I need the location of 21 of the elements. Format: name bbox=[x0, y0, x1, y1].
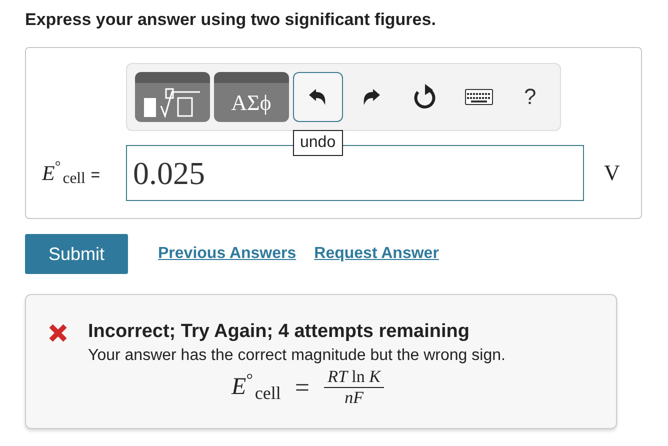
undo-icon bbox=[308, 88, 328, 106]
fraction: RT ln K nF bbox=[324, 367, 384, 408]
feedback-message: Your answer has the correct magnitude but the wrong sign. bbox=[88, 347, 506, 365]
templates-button[interactable] bbox=[135, 72, 210, 122]
help-button[interactable]: ? bbox=[508, 72, 552, 122]
keyboard-icon bbox=[465, 89, 494, 105]
redo-icon bbox=[361, 88, 382, 106]
unit-label: V bbox=[604, 160, 620, 186]
answer-label: E° cell = bbox=[42, 160, 102, 186]
tooltip: undo bbox=[293, 130, 343, 156]
equals-sign: = bbox=[294, 372, 310, 402]
feedback-title: Incorrect; Try Again; 4 attempts remaining bbox=[88, 321, 470, 343]
link[interactable]: Request Answer bbox=[314, 245, 439, 263]
formula-lhs: E° cell bbox=[232, 374, 281, 401]
submit-button[interactable]: Submit bbox=[25, 234, 128, 274]
symbols-button[interactable]: ΑΣϕ bbox=[214, 72, 289, 122]
square-root-template-icon bbox=[142, 88, 202, 118]
instruction-text: Express your answer using two significant figures. bbox=[25, 10, 437, 30]
reset-icon bbox=[413, 84, 438, 110]
undo-button[interactable] bbox=[292, 72, 342, 122]
link[interactable]: Previous Answers bbox=[158, 245, 296, 263]
